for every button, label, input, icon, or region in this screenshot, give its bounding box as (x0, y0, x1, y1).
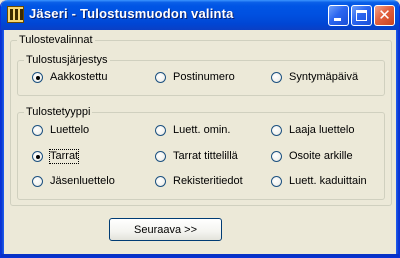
radio-indicator[interactable] (155, 151, 166, 162)
radio-label: Luett. omin. (173, 124, 231, 136)
radio-indicator[interactable] (32, 151, 43, 162)
radio-label: Aakkostettu (50, 71, 108, 83)
radio-label: Osoite arkille (289, 150, 353, 162)
radio-label: Tarrat (48, 149, 80, 164)
radio-aakkostettu[interactable]: Aakkostettu (32, 71, 107, 84)
radio-indicator[interactable] (155, 72, 166, 83)
print-type-label: Tulostetyyppi (24, 105, 93, 119)
radio-luett-kaduittain[interactable]: Luett. kaduittain (271, 175, 367, 188)
close-icon: ✕ (378, 7, 391, 24)
next-button-label: Seuraava >> (134, 223, 197, 236)
radio-indicator[interactable] (271, 72, 282, 83)
radio-indicator[interactable] (271, 125, 282, 136)
radio-label: Jäsenluettelo (50, 175, 115, 187)
radio-indicator[interactable] (32, 125, 43, 136)
app-icon (7, 6, 24, 23)
radio-label: Rekisteritiedot (173, 175, 243, 187)
radio-jasenluettelo[interactable]: Jäsenluettelo (32, 175, 115, 188)
radio-syntymapaiva[interactable]: Syntymäpäivä (271, 71, 358, 84)
radio-luettelo[interactable]: Luettelo (32, 124, 89, 137)
close-button[interactable]: ✕ (374, 5, 395, 26)
minimize-button[interactable] (328, 5, 349, 26)
title-bar[interactable]: Jäseri - Tulostusmuodon valinta ✕ (1, 0, 399, 30)
radio-indicator[interactable] (32, 176, 43, 187)
radio-label: Luett. kaduittain (289, 175, 367, 187)
radio-osoite-arkille[interactable]: Osoite arkille (271, 150, 353, 163)
radio-luett-omin[interactable]: Luett. omin. (155, 124, 230, 137)
radio-label: Tarrat tittelillä (173, 150, 238, 162)
sort-order-label: Tulostusjärjestys (24, 53, 110, 67)
print-options-label: Tulostevalinnat (17, 33, 95, 47)
radio-label: Postinumero (173, 71, 235, 83)
radio-indicator[interactable] (155, 125, 166, 136)
maximize-icon (356, 10, 367, 21)
radio-tarrat[interactable]: Tarrat (32, 149, 80, 164)
radio-tarrat-tittelilla[interactable]: Tarrat tittelillä (155, 150, 238, 163)
radio-indicator[interactable] (32, 72, 43, 83)
radio-rekisteritiedot[interactable]: Rekisteritiedot (155, 175, 243, 188)
radio-indicator[interactable] (271, 151, 282, 162)
radio-label: Laaja luettelo (289, 124, 355, 136)
radio-postinumero[interactable]: Postinumero (155, 71, 235, 84)
radio-laaja-luettelo[interactable]: Laaja luettelo (271, 124, 354, 137)
radio-label: Syntymäpäivä (289, 71, 359, 83)
radio-label: Luettelo (50, 124, 90, 136)
window-title: Jäseri - Tulostusmuodon valinta (29, 6, 234, 21)
minimize-icon (334, 18, 341, 21)
next-button[interactable]: Seuraava >> (109, 218, 222, 241)
dialog-window: Jäseri - Tulostusmuodon valinta ✕ Tulost… (0, 0, 400, 258)
window-frame-bottom (1, 254, 399, 257)
maximize-button[interactable] (351, 5, 372, 26)
radio-indicator[interactable] (155, 176, 166, 187)
radio-indicator[interactable] (271, 176, 282, 187)
